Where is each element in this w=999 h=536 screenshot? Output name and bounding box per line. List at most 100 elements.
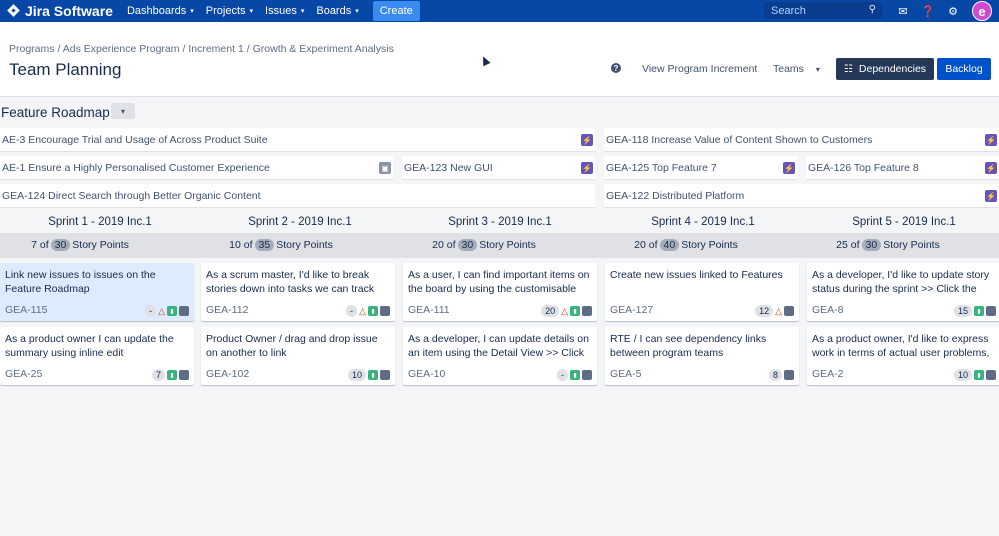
feature-item[interactable]: GEA-122 Distributed Platform ⚡ (604, 184, 999, 208)
nav-boards[interactable]: Boards ▾ (316, 1, 358, 21)
nav-issues[interactable]: Issues ▾ (265, 1, 304, 21)
feature-label: AE-1 Ensure a Highly Personalised Custom… (2, 161, 270, 174)
issue-key[interactable]: GEA-111 (408, 304, 450, 316)
feature-item[interactable]: GEA-123 New GUI ⚡ (402, 156, 595, 180)
megaphone-icon[interactable]: ✉ (895, 3, 911, 19)
issue-meta: 10 ▮ (953, 369, 996, 381)
points-used: 20 of (432, 239, 456, 251)
story-icon: ▮ (974, 306, 984, 316)
issue-card[interactable]: As a developer, I can update details on … (403, 327, 597, 385)
dependency-icon: △ (775, 305, 782, 316)
issue-key[interactable]: GEA-2 (812, 368, 844, 380)
issue-key[interactable]: GEA-127 (610, 304, 653, 316)
issue-card[interactable]: As a developer, I'd like to update story… (807, 263, 999, 321)
mouse-cursor-icon (479, 54, 491, 67)
story-icon: ▮ (570, 370, 580, 380)
feature-label: GEA-122 Distributed Platform (606, 189, 745, 202)
issue-key[interactable]: GEA-5 (610, 368, 642, 380)
estimate-badge: 8 (768, 369, 782, 381)
backlog-button[interactable]: Backlog (937, 58, 991, 80)
points-used: 20 of (634, 239, 658, 251)
feature-item[interactable]: GEA-125 Top Feature 7 ⚡ (604, 156, 797, 180)
jira-logo-icon (8, 5, 20, 17)
settings-icon[interactable]: ⚙ (945, 3, 961, 19)
dependencies-label: Dependencies (858, 63, 927, 75)
feature-item[interactable]: GEA-126 Top Feature 8 ⚡ (806, 156, 999, 180)
issue-summary: Create new issues linked to Features (610, 269, 783, 281)
feature-label: GEA-125 Top Feature 7 (606, 161, 717, 174)
create-button[interactable]: Create (372, 1, 420, 21)
dependency-icon: △ (158, 305, 165, 316)
sprint-title: Sprint 5 - 2019 Inc.1 (852, 216, 956, 228)
points-unit: Story Points (681, 239, 738, 251)
view-program-increment-link[interactable]: View Program Increment (642, 63, 757, 75)
status-icon (784, 370, 794, 380)
issue-card[interactable]: As a product owner, I'd like to express … (807, 327, 999, 385)
search-input[interactable]: Search ⚲ (764, 2, 882, 19)
nav-issues-label: Issues (265, 5, 297, 17)
estimate-badge: 10 (347, 369, 366, 381)
status-icon (380, 370, 390, 380)
sprint-capacity: 7 of 30 Story Points (0, 239, 180, 251)
issue-key[interactable]: GEA-102 (206, 368, 249, 380)
roadmap-toggle-button[interactable]: ▾ (111, 103, 135, 119)
lightning-icon: ⚡ (581, 162, 593, 174)
breadcrumb-programs[interactable]: Programs (9, 43, 55, 55)
issue-key[interactable]: GEA-25 (5, 368, 42, 380)
chevron-down-icon: ▾ (355, 8, 359, 15)
issue-card[interactable]: As a user, I can find important items on… (403, 263, 597, 321)
sprint-capacity: 25 of 30 Story Points (788, 239, 988, 251)
jira-logo[interactable]: Jira Software (8, 3, 113, 19)
issue-key[interactable]: GEA-115 (5, 304, 47, 316)
feature-label: GEA-126 Top Feature 8 (808, 161, 919, 174)
issue-card[interactable]: Link new issues to issues on the Feature… (0, 263, 194, 321)
issue-meta: - △ ▮ (145, 305, 189, 317)
issue-card[interactable]: As a scrum master, I'd like to break sto… (201, 263, 395, 321)
nav-boards-label: Boards (316, 5, 352, 17)
points-unit: Story Points (72, 239, 129, 251)
teams-label: Teams (773, 63, 804, 75)
estimate-badge: 10 (953, 369, 972, 381)
issue-summary: As a developer, I'd like to update story… (812, 269, 990, 295)
issue-key[interactable]: GEA-112 (206, 304, 248, 316)
issue-meta: 10 ▮ (347, 369, 390, 381)
estimate-badge: - (346, 305, 358, 317)
nav-dashboards[interactable]: Dashboards ▾ (127, 1, 194, 21)
issue-card[interactable]: As a product owner I can update the summ… (0, 327, 194, 385)
dependencies-button[interactable]: ☷ Dependencies (836, 58, 934, 80)
breadcrumb-increment[interactable]: / Increment 1 (183, 43, 244, 55)
feature-item[interactable]: GEA-118 Increase Value of Content Shown … (604, 128, 999, 152)
capacity-pill: 35 (254, 239, 275, 251)
issue-key[interactable]: GEA-10 (408, 368, 445, 380)
points-unit: Story Points (479, 239, 536, 251)
question-icon[interactable]: ? (611, 63, 621, 73)
chevron-down-icon: ▾ (120, 106, 125, 116)
breadcrumb-team[interactable]: / Growth & Experiment Analysis (247, 43, 394, 55)
status-icon (582, 306, 592, 316)
issue-card[interactable]: RTE / I can see dependency links between… (605, 327, 799, 385)
points-unit: Story Points (883, 239, 940, 251)
issue-key[interactable]: GEA-8 (812, 304, 844, 316)
avatar[interactable]: e (972, 1, 992, 21)
help-icon[interactable]: ❓ (920, 3, 936, 19)
lightning-icon: ⚡ (985, 162, 997, 174)
breadcrumb-program[interactable]: / Ads Experience Program (58, 43, 180, 55)
feature-item[interactable]: GEA-124 Direct Search through Better Org… (0, 184, 595, 208)
sprint-capacity: 20 of 40 Story Points (586, 239, 786, 251)
estimate-badge: - (557, 369, 568, 381)
feature-item[interactable]: AE-1 Ensure a Highly Personalised Custom… (0, 156, 393, 180)
issue-card[interactable]: Create new issues linked to Features GEA… (605, 263, 799, 321)
feature-label: GEA-124 Direct Search through Better Org… (2, 189, 261, 202)
feature-label: GEA-123 New GUI (404, 161, 493, 174)
nav-projects[interactable]: Projects ▾ (206, 1, 253, 21)
sprint-capacity: 10 of 35 Story Points (181, 239, 381, 251)
issue-meta: 7 ▮ (151, 369, 189, 381)
roadmap-title: Feature Roadmap (1, 105, 110, 120)
issue-card[interactable]: Product Owner / drag and drop issue on a… (201, 327, 395, 385)
issue-summary: Link new issues to issues on the Feature… (5, 269, 156, 295)
teams-dropdown[interactable]: Teams ▾ (773, 63, 820, 75)
issue-summary: As a product owner, I'd like to express … (812, 333, 990, 359)
nav-projects-label: Projects (205, 5, 246, 17)
feature-item[interactable]: AE-3 Encourage Trial and Usage of Across… (0, 128, 595, 152)
status-icon (582, 370, 592, 380)
